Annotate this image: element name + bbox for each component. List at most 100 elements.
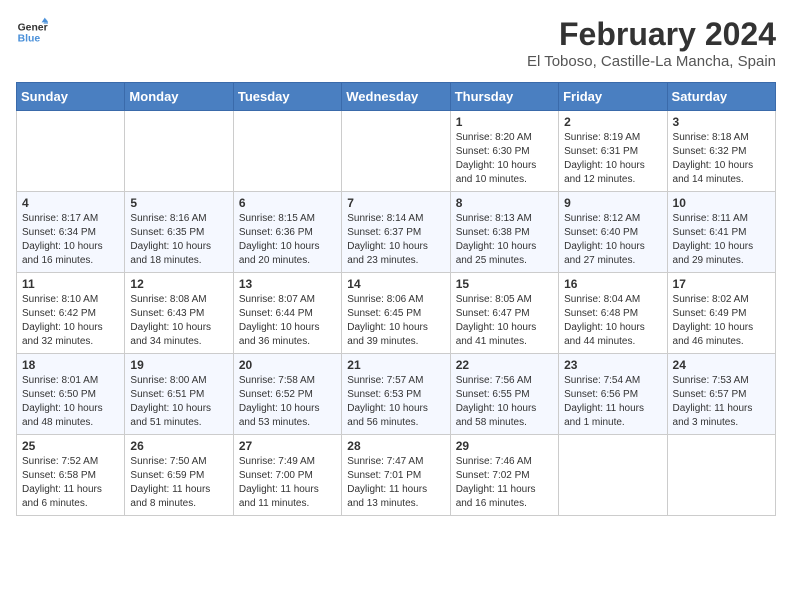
calendar-header-friday: Friday (559, 83, 667, 111)
day-info: Sunrise: 8:13 AMSunset: 6:38 PMDaylight:… (456, 212, 553, 268)
day-number: 4 (22, 196, 119, 210)
day-info: Sunrise: 8:14 AMSunset: 6:37 PMDaylight:… (347, 212, 444, 268)
main-title: February 2024 (527, 16, 776, 53)
day-number: 18 (22, 358, 119, 372)
day-info: Sunrise: 8:12 AMSunset: 6:40 PMDaylight:… (564, 212, 661, 268)
day-number: 26 (130, 439, 227, 453)
calendar-cell: 19Sunrise: 8:00 AMSunset: 6:51 PMDayligh… (125, 354, 233, 435)
day-number: 20 (239, 358, 336, 372)
title-area: February 2024 El Toboso, Castille-La Man… (527, 16, 776, 70)
day-number: 13 (239, 277, 336, 291)
calendar-cell: 1Sunrise: 8:20 AMSunset: 6:30 PMDaylight… (450, 111, 558, 192)
day-info: Sunrise: 7:52 AMSunset: 6:58 PMDaylight:… (22, 455, 119, 511)
calendar-cell (559, 435, 667, 516)
calendar-cell: 20 Sunrise: 7:58 AMSunset: 6:52 PMDayligh… (233, 354, 341, 435)
calendar-header-row: SundayMondayTuesdayWednesdayThursdayFrid… (17, 83, 776, 111)
day-number: 14 (347, 277, 444, 291)
day-info: Sunrise: 8:15 AMSunset: 6:36 PMDaylight:… (239, 212, 336, 268)
day-info: Sunrise: 7:49 AMSunset: 7:00 PMDaylight:… (239, 455, 336, 511)
calendar-cell: 9 Sunrise: 8:12 AMSunset: 6:40 PMDaylight… (559, 192, 667, 273)
day-info: Sunrise: 7:56 AMSunset: 6:55 PMDaylight:… (456, 374, 553, 430)
day-number: 24 (673, 358, 770, 372)
svg-text:General: General (18, 22, 48, 33)
day-number: 23 (564, 358, 661, 372)
calendar-header-monday: Monday (125, 83, 233, 111)
calendar-cell: 25 Sunrise: 7:52 AMSunset: 6:58 PMDayligh… (17, 435, 125, 516)
calendar-week-row: 11 Sunrise: 8:10 AMSunset: 6:42 PMDayligh… (17, 273, 776, 354)
calendar-cell: 29 Sunrise: 7:46 AMSunset: 7:02 PMDayligh… (450, 435, 558, 516)
calendar-cell: 28 Sunrise: 7:47 AMSunset: 7:01 PMDayligh… (342, 435, 450, 516)
calendar-cell: 18 Sunrise: 8:01 AMSunset: 6:50 PMDayligh… (17, 354, 125, 435)
calendar-week-row: 1Sunrise: 8:20 AMSunset: 6:30 PMDaylight… (17, 111, 776, 192)
calendar-cell: 8 Sunrise: 8:13 AMSunset: 6:38 PMDaylight… (450, 192, 558, 273)
day-number: 15 (456, 277, 553, 291)
day-info: Sunrise: 8:01 AMSunset: 6:50 PMDaylight:… (22, 374, 119, 430)
calendar-header-saturday: Saturday (667, 83, 775, 111)
day-number: 22 (456, 358, 553, 372)
calendar-cell (125, 111, 233, 192)
calendar-cell: 21 Sunrise: 7:57 AMSunset: 6:53 PMDayligh… (342, 354, 450, 435)
calendar-header-sunday: Sunday (17, 83, 125, 111)
calendar-week-row: 25 Sunrise: 7:52 AMSunset: 6:58 PMDayligh… (17, 435, 776, 516)
day-number: 16 (564, 277, 661, 291)
day-number: 9 (564, 196, 661, 210)
calendar-cell (17, 111, 125, 192)
calendar-cell: 17 Sunrise: 8:02 AMSunset: 6:49 PMDayligh… (667, 273, 775, 354)
calendar-cell: 13 Sunrise: 8:07 AMSunset: 6:44 PMDayligh… (233, 273, 341, 354)
calendar-cell (233, 111, 341, 192)
logo-icon: General Blue (16, 16, 48, 48)
calendar-cell: 27 Sunrise: 7:49 AMSunset: 7:00 PMDayligh… (233, 435, 341, 516)
day-info: Sunrise: 8:16 AMSunset: 6:35 PMDaylight:… (130, 212, 227, 268)
calendar-cell: 14Sunrise: 8:06 AMSunset: 6:45 PMDayligh… (342, 273, 450, 354)
calendar-header-wednesday: Wednesday (342, 83, 450, 111)
day-info: Sunrise: 7:58 AMSunset: 6:52 PMDaylight:… (239, 374, 336, 430)
day-info: Sunrise: 8:02 AMSunset: 6:49 PMDaylight:… (673, 293, 770, 349)
calendar-cell: 4 Sunrise: 8:17 AMSunset: 6:34 PMDaylight… (17, 192, 125, 273)
day-info: Sunrise: 7:46 AMSunset: 7:02 PMDaylight:… (456, 455, 553, 511)
svg-text:Blue: Blue (18, 34, 41, 45)
logo: General Blue (16, 16, 48, 48)
calendar-cell: 3Sunrise: 8:18 AMSunset: 6:32 PMDaylight… (667, 111, 775, 192)
day-info: Sunrise: 7:57 AMSunset: 6:53 PMDaylight:… (347, 374, 444, 430)
day-number: 10 (673, 196, 770, 210)
day-info: Sunrise: 8:07 AMSunset: 6:44 PMDaylight:… (239, 293, 336, 349)
calendar-cell: 16 Sunrise: 8:04 AMSunset: 6:48 PMDayligh… (559, 273, 667, 354)
day-number: 19 (130, 358, 227, 372)
day-number: 21 (347, 358, 444, 372)
day-number: 17 (673, 277, 770, 291)
day-info: Sunrise: 7:53 AMSunset: 6:57 PMDaylight:… (673, 374, 770, 430)
calendar-cell: 11 Sunrise: 8:10 AMSunset: 6:42 PMDayligh… (17, 273, 125, 354)
day-number: 29 (456, 439, 553, 453)
day-info: Sunrise: 7:54 AMSunset: 6:56 PMDaylight:… (564, 374, 661, 430)
calendar-cell (342, 111, 450, 192)
day-number: 27 (239, 439, 336, 453)
day-number: 7 (347, 196, 444, 210)
calendar-cell: 5 Sunrise: 8:16 AMSunset: 6:35 PMDaylight… (125, 192, 233, 273)
day-number: 25 (22, 439, 119, 453)
day-number: 2 (564, 115, 661, 129)
day-info: Sunrise: 8:19 AMSunset: 6:31 PMDaylight:… (564, 131, 661, 187)
day-info: Sunrise: 8:20 AMSunset: 6:30 PMDaylight:… (456, 131, 553, 187)
calendar-header-thursday: Thursday (450, 83, 558, 111)
day-number: 5 (130, 196, 227, 210)
calendar-cell: 12 Sunrise: 8:08 AMSunset: 6:43 PMDayligh… (125, 273, 233, 354)
calendar-cell (667, 435, 775, 516)
day-info: Sunrise: 8:10 AMSunset: 6:42 PMDaylight:… (22, 293, 119, 349)
calendar-cell: 24 Sunrise: 7:53 AMSunset: 6:57 PMDayligh… (667, 354, 775, 435)
calendar-cell: 23 Sunrise: 7:54 AMSunset: 6:56 PMDayligh… (559, 354, 667, 435)
day-info: Sunrise: 8:05 AMSunset: 6:47 PMDaylight:… (456, 293, 553, 349)
day-number: 3 (673, 115, 770, 129)
day-info: Sunrise: 8:17 AMSunset: 6:34 PMDaylight:… (22, 212, 119, 268)
day-info: Sunrise: 8:04 AMSunset: 6:48 PMDaylight:… (564, 293, 661, 349)
calendar-table: SundayMondayTuesdayWednesdayThursdayFrid… (16, 82, 776, 516)
header: General Blue February 2024 El Toboso, Ca… (16, 16, 776, 70)
day-info: Sunrise: 8:08 AMSunset: 6:43 PMDaylight:… (130, 293, 227, 349)
subtitle: El Toboso, Castille-La Mancha, Spain (527, 53, 776, 70)
day-number: 12 (130, 277, 227, 291)
calendar-cell: 7 Sunrise: 8:14 AMSunset: 6:37 PMDaylight… (342, 192, 450, 273)
day-number: 11 (22, 277, 119, 291)
calendar-cell: 2 Sunrise: 8:19 AMSunset: 6:31 PMDaylight… (559, 111, 667, 192)
day-number: 28 (347, 439, 444, 453)
day-number: 8 (456, 196, 553, 210)
day-info: Sunrise: 7:47 AMSunset: 7:01 PMDaylight:… (347, 455, 444, 511)
